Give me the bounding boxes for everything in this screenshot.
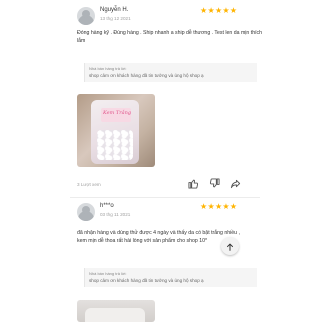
avatar[interactable] [77,7,95,25]
product-label-text: Kem Trắng [103,110,132,116]
seller-reply: Nhà bán hàng trả lời: shop cảm ơn khách … [84,63,257,82]
review-photo[interactable]: Kem Trắng [77,94,155,167]
reviewer-name: Nguyễn H. [100,7,129,13]
review-date: 03 thg 11 2021 [100,212,131,217]
seller-reply-text: shop cảm ơn khách hàng đã tin tưởng và ủ… [89,278,204,283]
share-icon[interactable] [230,178,241,191]
view-count: 3 Lượt xem [77,182,101,187]
review-text: đã nhận hàng và dùng thử được 4 ngày và … [77,230,240,244]
seller-reply-label: Nhà bán hàng trả lời: [89,271,127,276]
review-date: 13 thg 12 2021 [100,16,131,21]
arrow-up-icon[interactable] [221,237,239,255]
product-jar-image: Kem Trắng [91,100,139,164]
review-photo[interactable] [77,300,155,322]
reviewer-name: h***o [100,203,114,209]
seller-reply: Nhà bán hàng trả lời: shop cảm ơn khách … [84,268,257,287]
rating-stars: ★★★★★ [200,6,238,15]
seller-reply-text: shop cảm ơn khách hàng đã tin tưởng và ủ… [89,73,204,78]
thumbs-down-icon[interactable] [209,178,220,191]
product-contents [97,130,133,160]
seller-reply-label: Nhà bán hàng trả lời: [89,66,127,71]
review-divider [70,197,260,198]
avatar[interactable] [77,203,95,221]
rating-stars: ★★★★★ [200,202,238,211]
thumbs-up-icon[interactable] [188,178,199,191]
review-text: Đóng hàng kỹ . Đúng hàng . Ship nhanh a … [77,30,263,44]
